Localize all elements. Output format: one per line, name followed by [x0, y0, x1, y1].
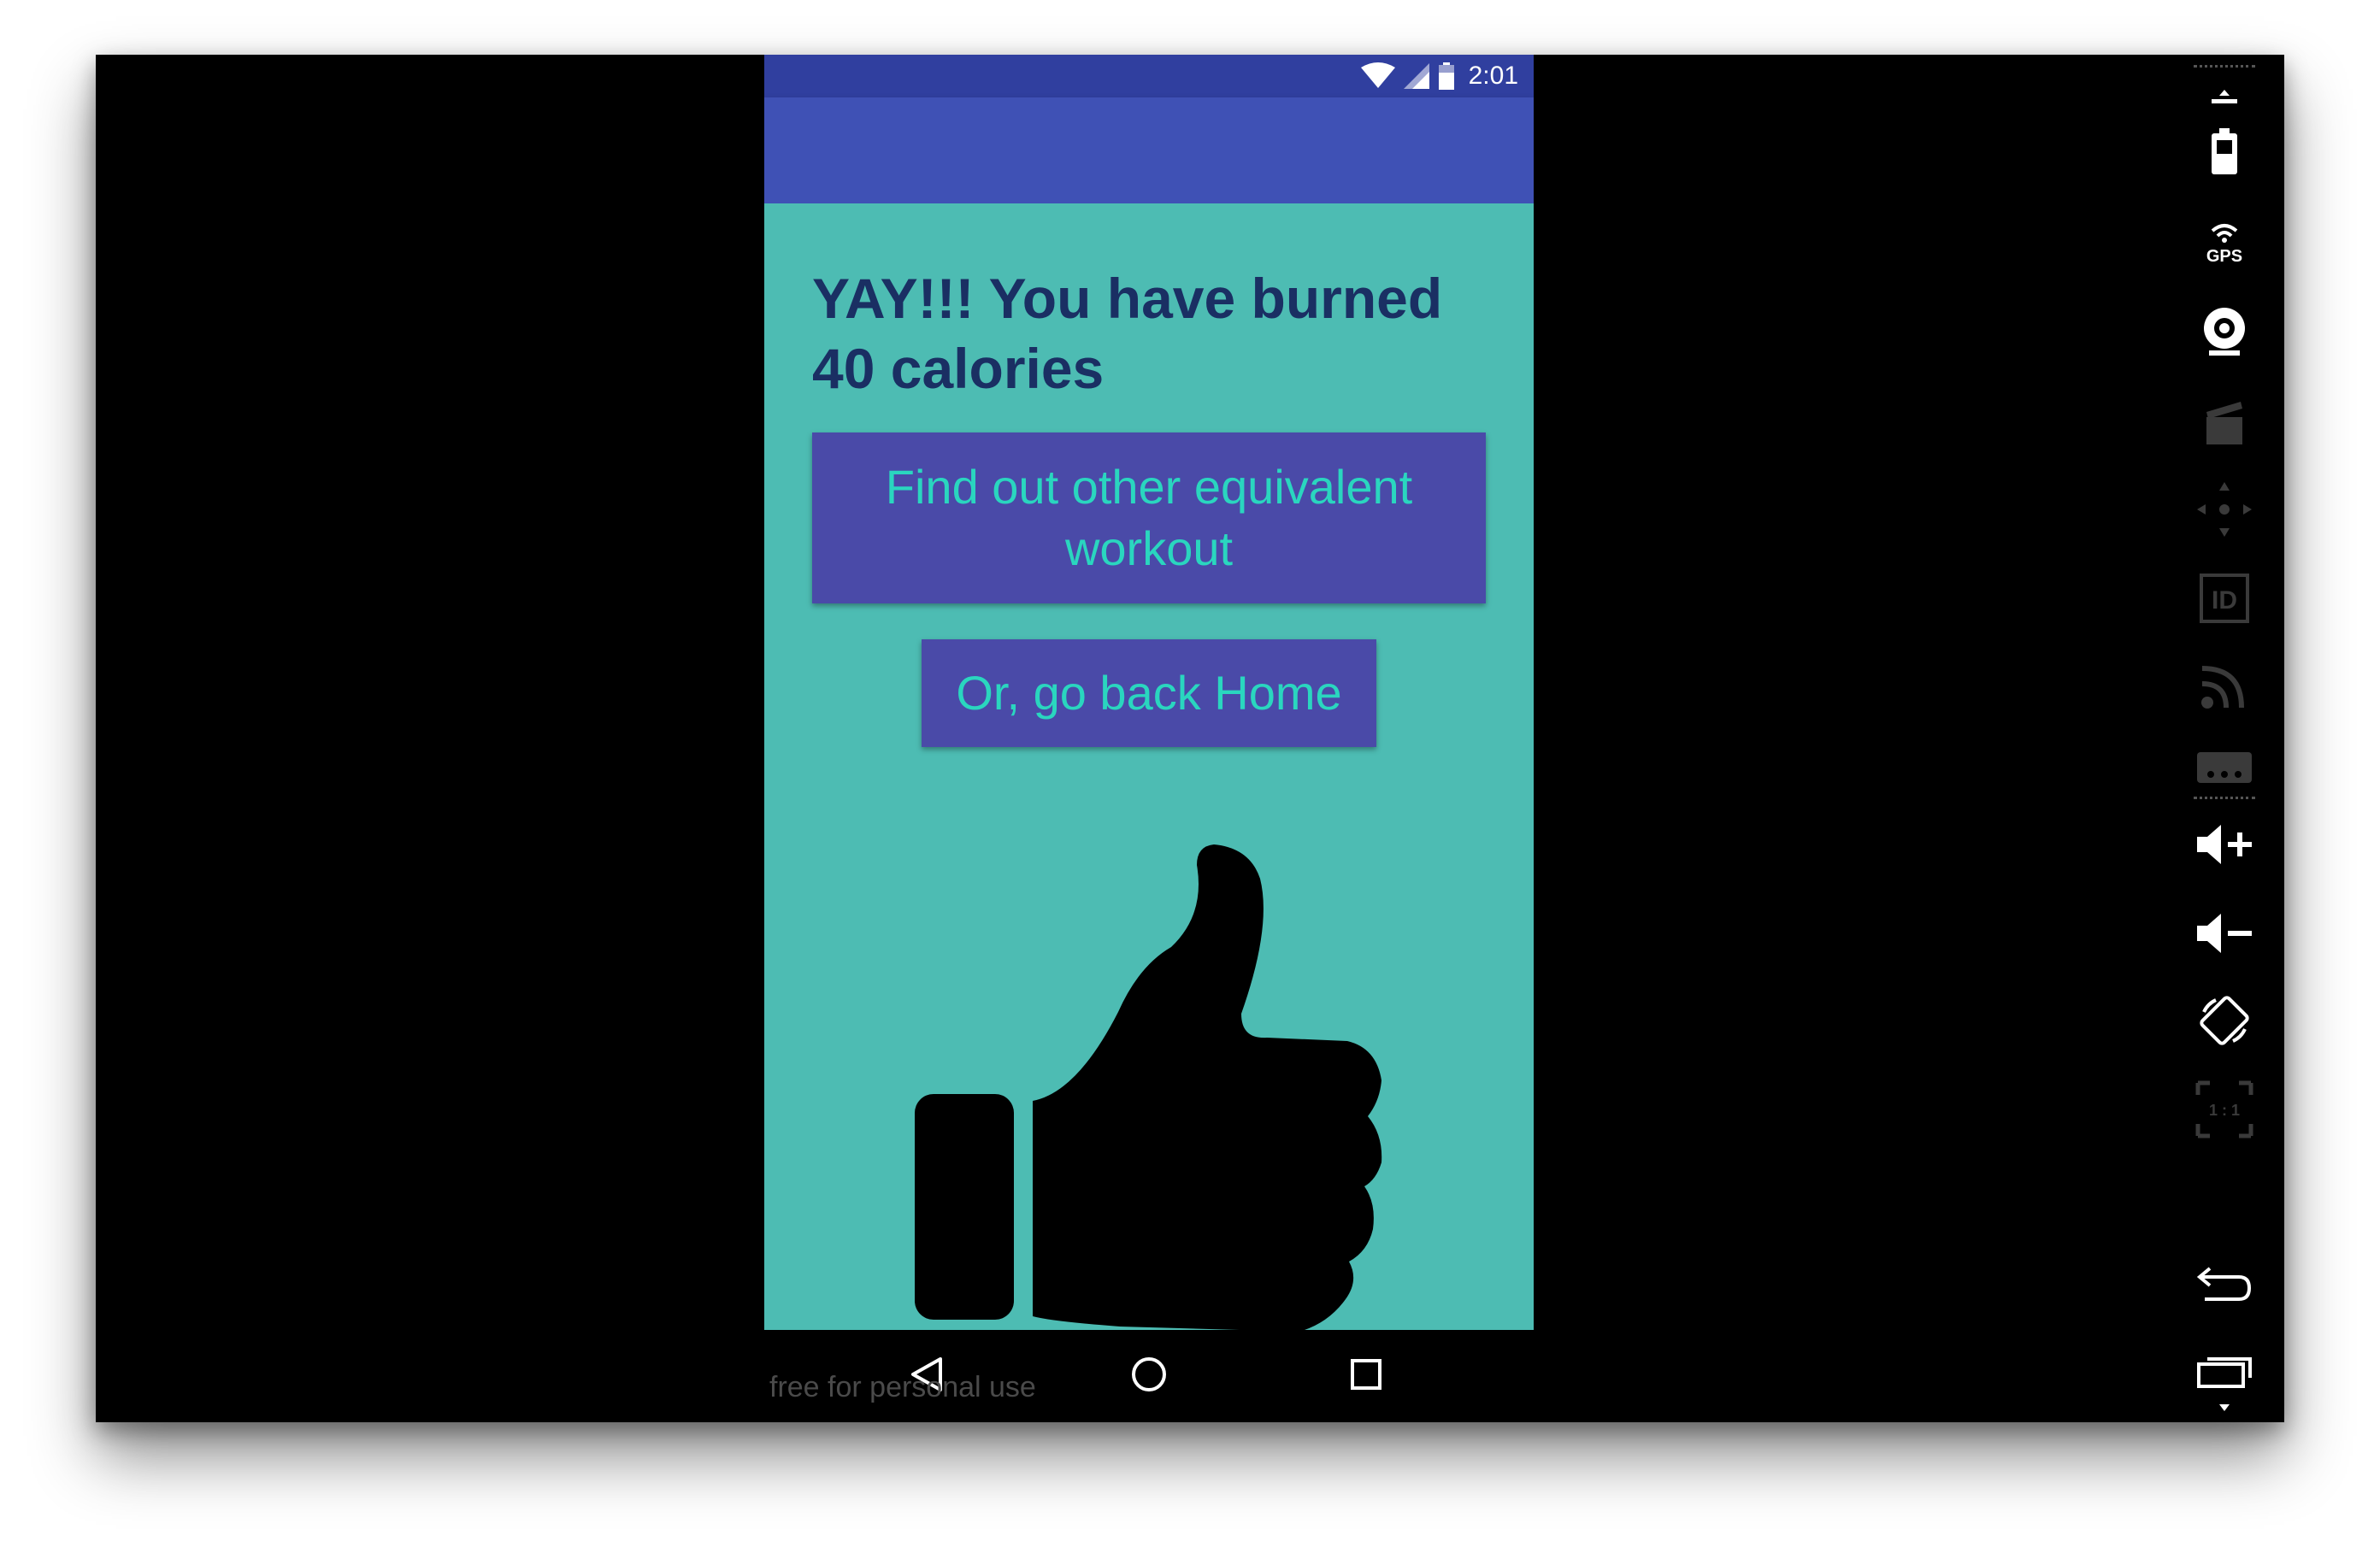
toolbar-collapse-icon[interactable]: [2190, 79, 2259, 113]
home-icon[interactable]: [1123, 1349, 1175, 1400]
go-back-home-label: Or, go back Home: [956, 666, 1342, 720]
wifi-icon: [1360, 62, 1395, 90]
camera-tool-icon[interactable]: [2190, 297, 2259, 366]
find-equivalent-workout-label: Find out other equivalent workout: [885, 460, 1413, 575]
volume-down-icon[interactable]: [2190, 899, 2259, 968]
network-tool-icon[interactable]: [2190, 651, 2259, 720]
emulator-window: 2:01 YAY!!! You have burned 40 calories …: [96, 55, 2284, 1422]
scale-ratio-label: 1 : 1: [2209, 1102, 2240, 1119]
back-tool-icon[interactable]: [2190, 1250, 2259, 1318]
watermark-text: free for personal use: [769, 1371, 1036, 1403]
recents-icon[interactable]: [1340, 1349, 1392, 1400]
status-bar: 2:01: [764, 55, 1534, 97]
media-tool-icon[interactable]: [2190, 388, 2259, 456]
sms-tool-icon[interactable]: [2190, 737, 2259, 805]
app-bar: [764, 97, 1534, 203]
dpad-tool-icon[interactable]: [2190, 475, 2259, 544]
volume-up-icon[interactable]: [2190, 810, 2259, 879]
gps-tool-icon[interactable]: GPS: [2190, 207, 2259, 275]
id-label: ID: [2212, 586, 2237, 615]
thumbs-up-icon: [915, 844, 1393, 1340]
status-time: 2:01: [1468, 62, 1518, 90]
toolbar-expand-icon[interactable]: [2190, 1395, 2259, 1421]
identity-tool-icon[interactable]: ID: [2190, 564, 2259, 632]
status-icons: 2:01: [1360, 62, 1518, 91]
gps-label: GPS: [2206, 247, 2242, 265]
device-screen: 2:01 YAY!!! You have burned 40 calories …: [764, 55, 1534, 1422]
toolbar-divider: [2194, 65, 2255, 68]
find-equivalent-workout-button[interactable]: Find out other equivalent workout: [812, 432, 1486, 603]
battery-icon: [1438, 62, 1455, 90]
emulator-toolbar: GPS ID 1: 1: [2165, 55, 2284, 1422]
burned-calories-headline: YAY!!! You have burned 40 calories: [812, 267, 1443, 400]
toolbar-divider: [2194, 797, 2255, 799]
go-back-home-button[interactable]: Or, go back Home: [922, 639, 1376, 747]
battery-tool-icon[interactable]: [2190, 118, 2259, 186]
scale-icon[interactable]: 1 : 1: [2190, 1075, 2259, 1144]
cell-signal-icon: [1403, 63, 1429, 89]
rotate-icon[interactable]: [2190, 986, 2259, 1055]
main-content: YAY!!! You have burned 40 calories Find …: [764, 203, 1534, 1332]
